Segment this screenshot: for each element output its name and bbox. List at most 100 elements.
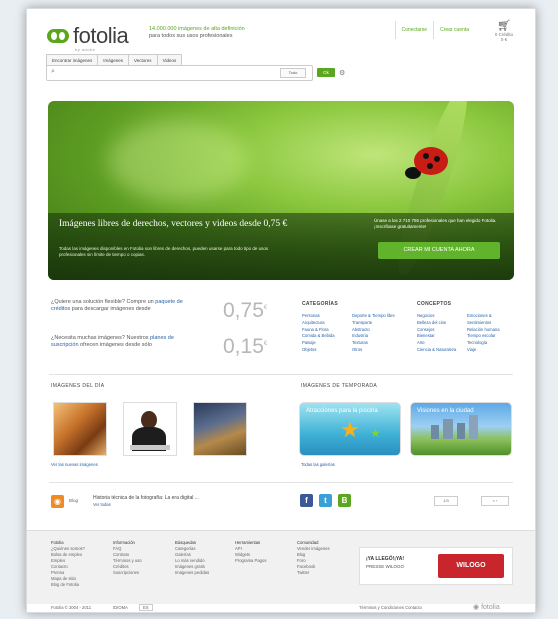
images-of-day-title: IMÁGENES DEL DÍA [51, 383, 105, 389]
day-image-3[interactable] [193, 402, 247, 456]
news-page-indicator: 1/3 [434, 496, 458, 506]
concept-link[interactable]: Negocios [417, 313, 463, 320]
offer-credits: ¿Quiere una solución flexible? Compre un… [51, 299, 271, 329]
offer-sub-text2: ofrecen imágenes desde sólo [80, 342, 152, 348]
category-link[interactable]: Deporte & Tiempo libre [352, 313, 404, 320]
bottom-links[interactable]: Términos y Condiciones Contacto [359, 605, 422, 610]
rss-icon[interactable]: ◉ [51, 495, 64, 508]
search-button[interactable]: Ok [317, 68, 335, 77]
footer-link[interactable]: Blog de Fotolia [51, 582, 85, 588]
login-link[interactable]: Conectarse [394, 21, 434, 39]
starfish-icon: ★ [340, 417, 360, 442]
concept-link[interactable]: Arte [417, 340, 463, 347]
wilogo-logo: WILOGO [438, 554, 504, 578]
concept-link[interactable]: Relación humana [467, 327, 517, 334]
hero-bokeh [108, 121, 248, 201]
category-link[interactable]: Abstracto [352, 327, 404, 334]
logo-icon [47, 29, 69, 43]
building-shape [469, 415, 478, 439]
categories-col2: Deporte & Tiempo libre Transporte Abstra… [352, 313, 404, 354]
cart-icon: 🛒︎ [497, 20, 511, 32]
logo-sub: by adobe [75, 47, 96, 52]
news-more-link[interactable]: Ver todas [93, 502, 111, 507]
footer-link[interactable]: Imágenes pedidas [175, 570, 209, 576]
hero-cta-text: Únase a los 2 710 755 profesionales que … [374, 218, 497, 229]
season-card-city-label: Visiones en la ciudad [417, 408, 474, 414]
news-nav-buttons[interactable]: < › [481, 496, 509, 506]
blog-icon[interactable]: B [338, 494, 351, 507]
category-link[interactable]: Paisaje [302, 340, 335, 347]
bottom-bar: Fotolia © 2004 - 2011 IDIOMA ES Términos… [27, 603, 535, 612]
day-image-2[interactable] [123, 402, 177, 456]
search-type-select[interactable]: Todo [280, 68, 306, 78]
wilogo-ad-banner[interactable]: ¡YA LLEGÓ!¡YA! PRESSE WILOGO WILOGO [359, 547, 513, 585]
price-sub-currency: € [263, 341, 268, 347]
building-shape [443, 419, 453, 439]
cart[interactable]: 🛒︎ 0 Crédito 0 € [491, 20, 517, 43]
offer-credits-text2: para descargar imágenes desde [71, 306, 151, 312]
logo-text: fotolia [73, 23, 129, 48]
category-link[interactable]: Transporte [352, 320, 404, 327]
hero-body: Todas las imágenes disponibles en Fotoli… [59, 246, 269, 257]
footer-link[interactable]: Programa Pagos [235, 558, 266, 564]
twitter-icon[interactable]: t [319, 494, 332, 507]
tagline-line2: para todos sus usos profesionales [149, 33, 233, 39]
tagline: 14.000.000 imágenes de alta definición p… [149, 26, 245, 40]
settings-icon[interactable]: ⚙ [339, 69, 345, 77]
day-image-1[interactable] [53, 402, 107, 456]
create-account-link[interactable]: Crear cuenta [433, 21, 475, 39]
ladybug-image [414, 147, 448, 175]
news-text[interactable]: Historia técnica de la fotografía: La er… [93, 495, 273, 501]
price-credits: 0,75€ [223, 299, 267, 323]
concept-link[interactable]: Viaje [467, 347, 517, 354]
header-links: Conectarse Crear cuenta [394, 21, 475, 39]
new-images-link[interactable]: Ver las nuevas imágenes [51, 462, 98, 467]
all-galleries-link[interactable]: Todas las galerías [301, 462, 335, 467]
footer-link[interactable]: Twitter [297, 570, 330, 576]
category-link[interactable]: Arquitectura [302, 320, 335, 327]
category-link[interactable]: Objetos [302, 347, 335, 354]
category-link[interactable]: Personas [302, 313, 335, 320]
concept-link[interactable]: Ciencia & Naturaleza [417, 347, 463, 354]
footer-logo: ◉ fotolia [473, 603, 500, 611]
concept-link[interactable]: Tecnología [467, 340, 517, 347]
offer-subscription: ¿Necesita muchas imágenes? Nuestros plan… [51, 335, 271, 365]
price-credits-value: 0,75 [223, 299, 264, 322]
category-link[interactable]: Industria [352, 333, 404, 340]
footer-link[interactable]: Suscripciones [113, 570, 142, 576]
create-account-button[interactable]: CREAR MI CUENTA AHORA [378, 242, 500, 259]
footer-col-community: Comunidad Vender imágenes Blog Foro Face… [297, 540, 330, 576]
copyright: Fotolia © 2004 - 2011 [51, 605, 92, 610]
facebook-icon[interactable]: f [300, 494, 313, 507]
concept-link[interactable]: Consejos [417, 327, 463, 334]
season-card-city[interactable]: Visiones en la ciudad [410, 402, 512, 456]
concepts-col2: Emociones & Sentimientos Relación humana… [467, 313, 517, 354]
concept-link[interactable]: Tiempo escolar [467, 333, 517, 340]
search-icon: ⌕ [51, 68, 55, 75]
fotolia-logo[interactable]: fotolia [47, 23, 129, 49]
concept-link[interactable]: Bienestar [417, 333, 463, 340]
hero-title: Imágenes libres de derechos, vectores y … [59, 219, 288, 229]
price-credits-currency: € [263, 305, 268, 311]
category-link[interactable]: Texturas [352, 340, 404, 347]
categories-col1: Personas Arquitectura Fauna & Flora Comi… [302, 313, 335, 354]
footer-col-search: Búsquedas Categorías Galerías Lo más ven… [175, 540, 209, 576]
concept-link[interactable]: Emociones & Sentimientos [467, 313, 517, 327]
category-link[interactable]: Comida & Bebida [302, 333, 335, 340]
cart-sub: 0 € [500, 37, 508, 42]
site-footer: Fotolia ¿Quiénes somos? Bolsa de empleo … [27, 530, 535, 604]
price-subscription: 0,15€ [223, 335, 267, 359]
concept-link[interactable]: Belleza del cine [417, 320, 463, 327]
language-select[interactable]: ES [139, 604, 153, 611]
category-link[interactable]: Fauna & Flora [302, 327, 335, 334]
pricing-offers: ¿Quiere una solución flexible? Compre un… [51, 299, 271, 365]
category-link[interactable]: Otros [352, 347, 404, 354]
season-card-pool[interactable]: Atracciones para la piscina ★ ★ [299, 402, 401, 456]
footer-logo-icon: ◉ [473, 604, 480, 611]
search-input[interactable]: ⌕ Todo [46, 65, 313, 81]
laptop-shape [130, 445, 170, 450]
starfish-small-icon: ★ [370, 426, 381, 440]
site-header: fotolia by adobe 14.000.000 imágenes de … [27, 9, 535, 56]
concepts-col1: Negocios Belleza del cine Consejos Biene… [417, 313, 463, 354]
news-bar: ◉ Blog Historia técnica de la fotografía… [51, 492, 521, 514]
